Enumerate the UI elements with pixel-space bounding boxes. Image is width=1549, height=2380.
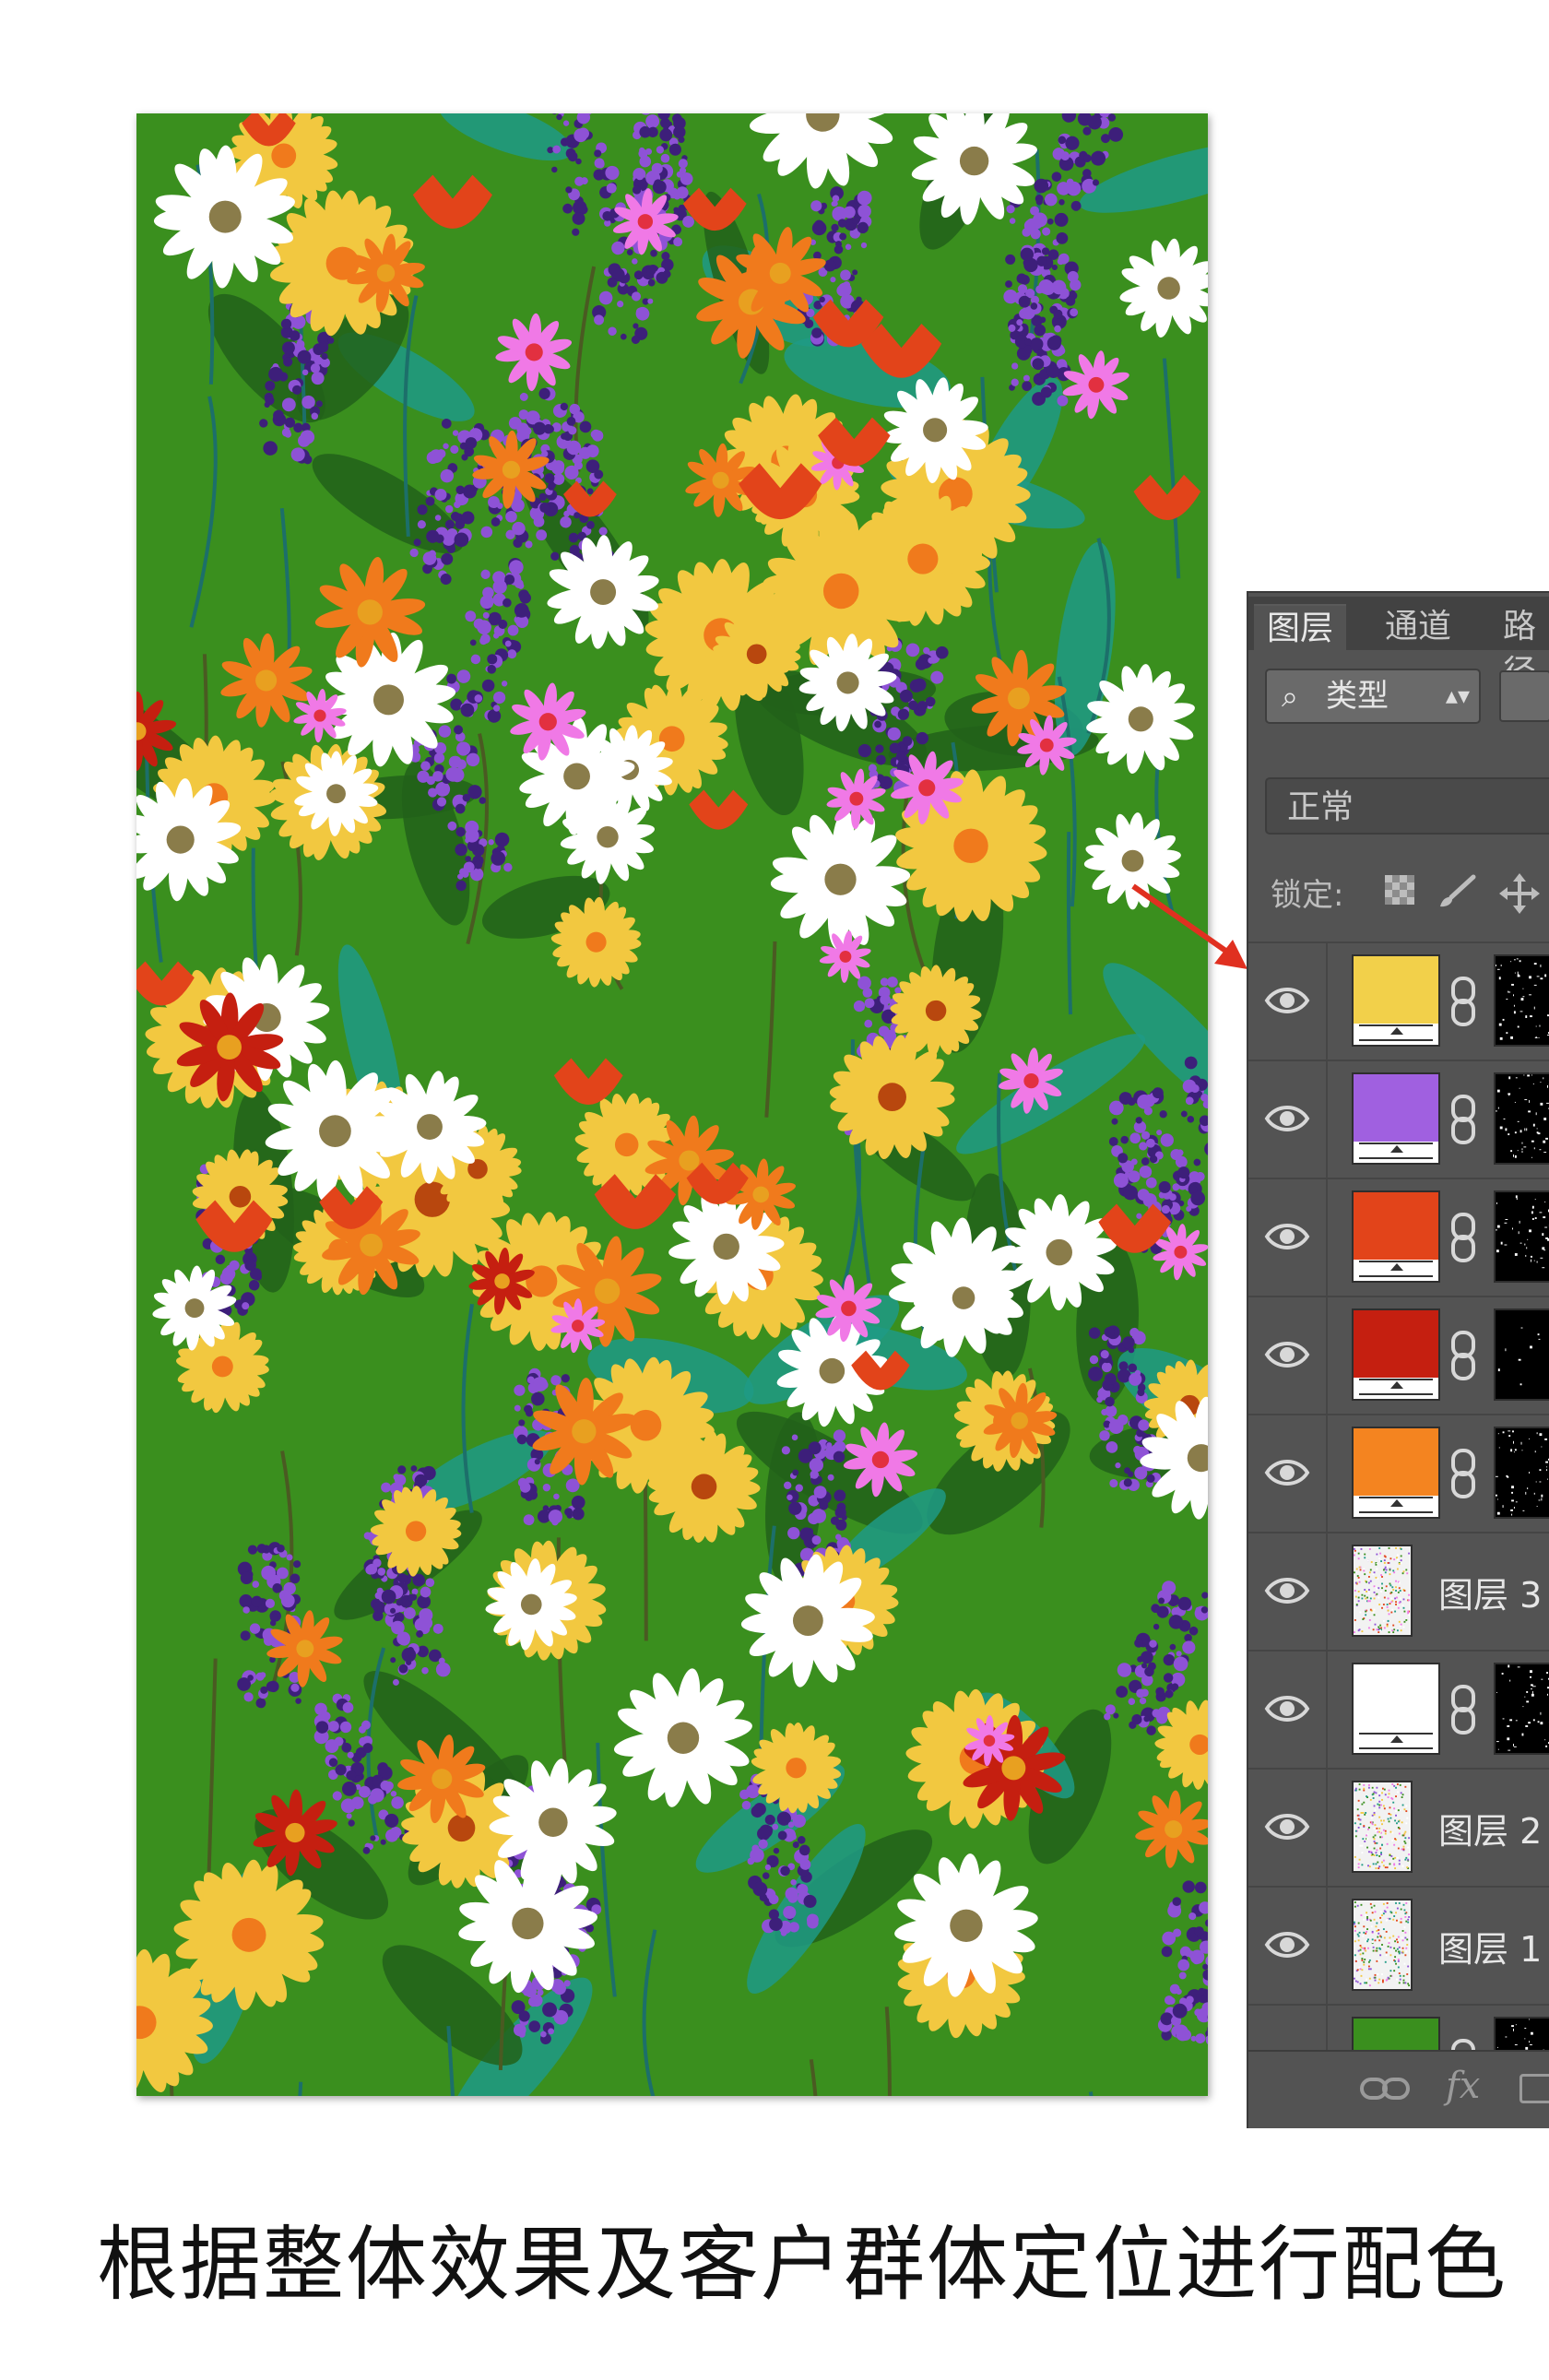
eye-icon[interactable] — [1263, 1567, 1311, 1615]
adjustment-slider-icon — [1359, 1024, 1433, 1041]
lock-transparent-pixels-icon[interactable] — [1383, 873, 1416, 906]
caption-text: 根据整体效果及客户群体定位进行配色 — [97, 2217, 1508, 2312]
layer-mask-thumbnail[interactable] — [1494, 954, 1549, 1047]
visibility-divider — [1326, 1061, 1328, 1178]
visibility-divider — [1326, 1533, 1328, 1650]
fill-layer-thumbnail — [1352, 1072, 1440, 1165]
adjustment-slider-icon — [1359, 1497, 1433, 1513]
adjustment-slider-icon — [1359, 1733, 1433, 1749]
layer-row[interactable] — [1248, 1414, 1549, 1532]
tab-channels[interactable]: 通道 — [1372, 604, 1464, 650]
fill-color-swatch — [1354, 1074, 1438, 1142]
eye-icon[interactable] — [1263, 1921, 1311, 1969]
chain-link-icon[interactable] — [1448, 1449, 1479, 1498]
layer-row[interactable]: 图层 1 — [1248, 1886, 1549, 2004]
layer-name: 图层 1 — [1438, 1929, 1543, 1970]
chain-link-icon[interactable] — [1448, 1331, 1479, 1380]
layer-row[interactable] — [1248, 1178, 1549, 1296]
mask-icon[interactable] — [1519, 2074, 1549, 2103]
blend-mode-select[interactable]: 正常 — [1265, 777, 1549, 835]
eye-icon[interactable] — [1263, 977, 1311, 1024]
visibility-divider — [1326, 1652, 1328, 1768]
fill-layer-thumbnail — [1352, 954, 1440, 1047]
chain-link-icon[interactable] — [1448, 1095, 1479, 1144]
layer-name: 图层 3 — [1438, 1575, 1543, 1616]
layer-row[interactable] — [1248, 941, 1549, 1060]
filter-type-select[interactable]: ⌕ 类型 ▴▾ — [1265, 669, 1481, 724]
eye-icon[interactable] — [1263, 1803, 1311, 1851]
arrow-icon — [1131, 883, 1247, 969]
pixel-layer-thumbnail — [1352, 1899, 1413, 1991]
brush-icon[interactable] — [1437, 873, 1477, 910]
eye-icon[interactable] — [1263, 1331, 1311, 1379]
flower-stem — [1066, 832, 1072, 1015]
layer-mask-thumbnail[interactable] — [1494, 1190, 1549, 1283]
fill-color-swatch — [1354, 956, 1438, 1024]
lock-row: 锁定: — [1248, 858, 1549, 932]
filter-pixel-button[interactable] — [1499, 670, 1549, 722]
fill-color-swatch — [1354, 1192, 1438, 1260]
fill-color-swatch — [1354, 1664, 1438, 1732]
lock-label: 锁定: — [1271, 877, 1344, 914]
panel-bottom-bar: fx — [1248, 2050, 1549, 2128]
fill-color-swatch — [1354, 1310, 1438, 1378]
visibility-divider — [1326, 1770, 1328, 1886]
layer-mask-thumbnail[interactable] — [1494, 1663, 1549, 1755]
adjustment-slider-icon — [1359, 1261, 1433, 1277]
layer-mask-thumbnail[interactable] — [1494, 1072, 1549, 1165]
layer-filter-row: ⌕ 类型 ▴▾ — [1248, 659, 1549, 731]
eye-icon[interactable] — [1263, 1095, 1311, 1143]
visibility-divider — [1326, 1415, 1328, 1532]
layer-row[interactable] — [1248, 1650, 1549, 1768]
link-icon[interactable] — [1359, 2072, 1411, 2105]
fill-layer-thumbnail — [1352, 1663, 1440, 1755]
search-icon: ⌕ — [1282, 679, 1298, 714]
chain-link-icon[interactable] — [1448, 977, 1479, 1026]
tab-paths[interactable]: 路径 — [1490, 604, 1549, 692]
fill-layer-thumbnail — [1352, 1190, 1440, 1283]
adjustment-slider-icon — [1359, 1143, 1433, 1159]
pattern-artwork — [136, 113, 1208, 2096]
tab-layers[interactable]: 图层 — [1254, 604, 1347, 652]
visibility-divider — [1326, 1297, 1328, 1414]
eye-icon[interactable] — [1263, 1449, 1311, 1497]
eye-icon[interactable] — [1263, 1213, 1311, 1261]
fill-layer-thumbnail — [1352, 1308, 1440, 1401]
panel-tab-bar: 图层 通道 路径 — [1248, 597, 1549, 692]
fill-color-swatch — [1354, 1428, 1438, 1496]
adjustment-slider-icon — [1359, 1379, 1433, 1395]
chain-link-icon[interactable] — [1448, 1213, 1479, 1262]
layer-mask-thumbnail[interactable] — [1494, 1427, 1549, 1519]
eye-icon[interactable] — [1263, 1685, 1311, 1733]
filter-type-label: 类型 — [1326, 678, 1389, 715]
fx-icon[interactable]: fx — [1446, 2065, 1480, 2107]
fill-layer-thumbnail — [1352, 1427, 1440, 1519]
visibility-divider — [1326, 1888, 1328, 2004]
move-icon[interactable] — [1499, 873, 1540, 914]
layers-panel: 图层 通道 路径 ⌕ 类型 ▴▾ 正常 锁定: 图 — [1247, 591, 1549, 2128]
layer-name: 图层 2 — [1438, 1811, 1543, 1852]
floral-pattern-canvas — [136, 113, 1208, 2096]
spinner-arrows-icon: ▴▾ — [1445, 682, 1470, 710]
pixel-layer-thumbnail — [1352, 1781, 1413, 1873]
layer-row[interactable] — [1248, 1060, 1549, 1178]
layer-row[interactable] — [1248, 1296, 1549, 1414]
layer-row[interactable]: 图层 3 — [1248, 1532, 1549, 1650]
chain-link-icon[interactable] — [1448, 1685, 1479, 1735]
layer-mask-thumbnail[interactable] — [1494, 1308, 1549, 1401]
visibility-divider — [1326, 943, 1328, 1060]
layer-row[interactable]: 图层 2 — [1248, 1768, 1549, 1886]
pixel-layer-thumbnail — [1352, 1545, 1413, 1637]
visibility-divider — [1326, 1179, 1328, 1296]
